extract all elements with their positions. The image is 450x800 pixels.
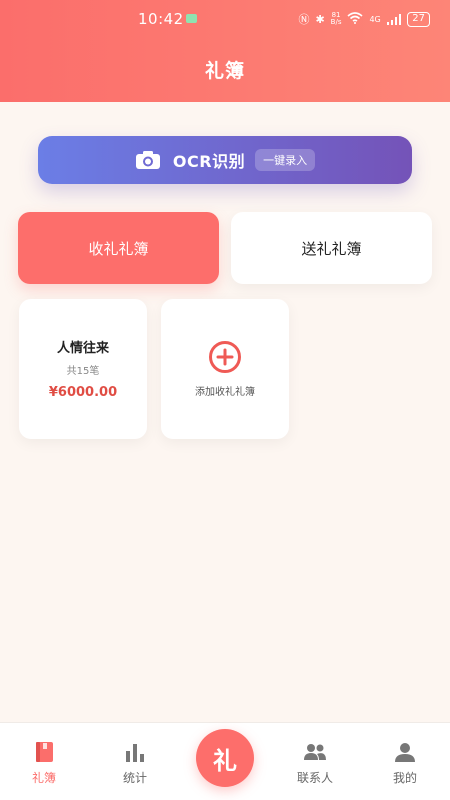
camera-icon [135,151,160,169]
book-icon [36,742,53,762]
add-book-card[interactable]: 添加收礼礼簿 [161,299,289,439]
book-count: 共15笔 [66,366,100,377]
nav-item-contacts[interactable]: 联系人 [280,741,350,786]
tab-receive-book[interactable]: 收礼礼簿 [18,212,219,284]
ocr-button[interactable]: OCR识别 一键录入 [38,136,412,184]
battery-icon: 27 [407,11,430,27]
nav-item-profile[interactable]: 我的 [370,741,440,786]
nav-label-book: 礼簿 [31,771,56,785]
plus-circle-icon [209,341,241,373]
network-speed: 81 B/s [331,12,342,26]
bar-chart-icon [126,744,144,762]
nav-item-stats[interactable]: 统计 [100,741,170,786]
nav-item-book[interactable]: 礼簿 [9,741,79,786]
book-name: 人情往来 [56,341,109,356]
nav-label-profile: 我的 [392,771,417,785]
nav-label-stats: 统计 [122,771,147,785]
contacts-icon [304,744,326,760]
ocr-label: OCR识别 [172,152,246,171]
notification-icon [186,14,197,23]
nav-center-gift-button[interactable]: 礼 [196,729,254,787]
add-book-label: 添加收礼礼簿 [195,387,255,398]
nfc-icon: Ⓝ [298,13,310,26]
network-type: 4G [369,14,381,24]
book-amount: ¥6000.00 [48,385,118,400]
network-speed-unit: B/s [330,18,342,26]
wifi-icon [347,11,363,27]
tab-send-book[interactable]: 送礼礼簿 [231,212,432,284]
page-title: 礼簿 [204,60,245,82]
ocr-badge: 一键录入 [255,149,316,171]
status-icons: Ⓝ ✱ 81 B/s 4G 27 [298,11,430,27]
book-card[interactable]: 人情往来 共15笔 ¥6000.00 [19,299,147,439]
person-icon [395,743,415,762]
status-bar: 10:42 Ⓝ ✱ 81 B/s 4G 27 [0,8,450,30]
nav-label-contacts: 联系人 [296,771,333,785]
signal-icon [386,13,402,25]
header: 10:42 Ⓝ ✱ 81 B/s 4G 27 礼簿 [0,0,450,102]
bluetooth-icon: ✱ [315,12,325,26]
status-time: 10:42 [138,10,184,28]
